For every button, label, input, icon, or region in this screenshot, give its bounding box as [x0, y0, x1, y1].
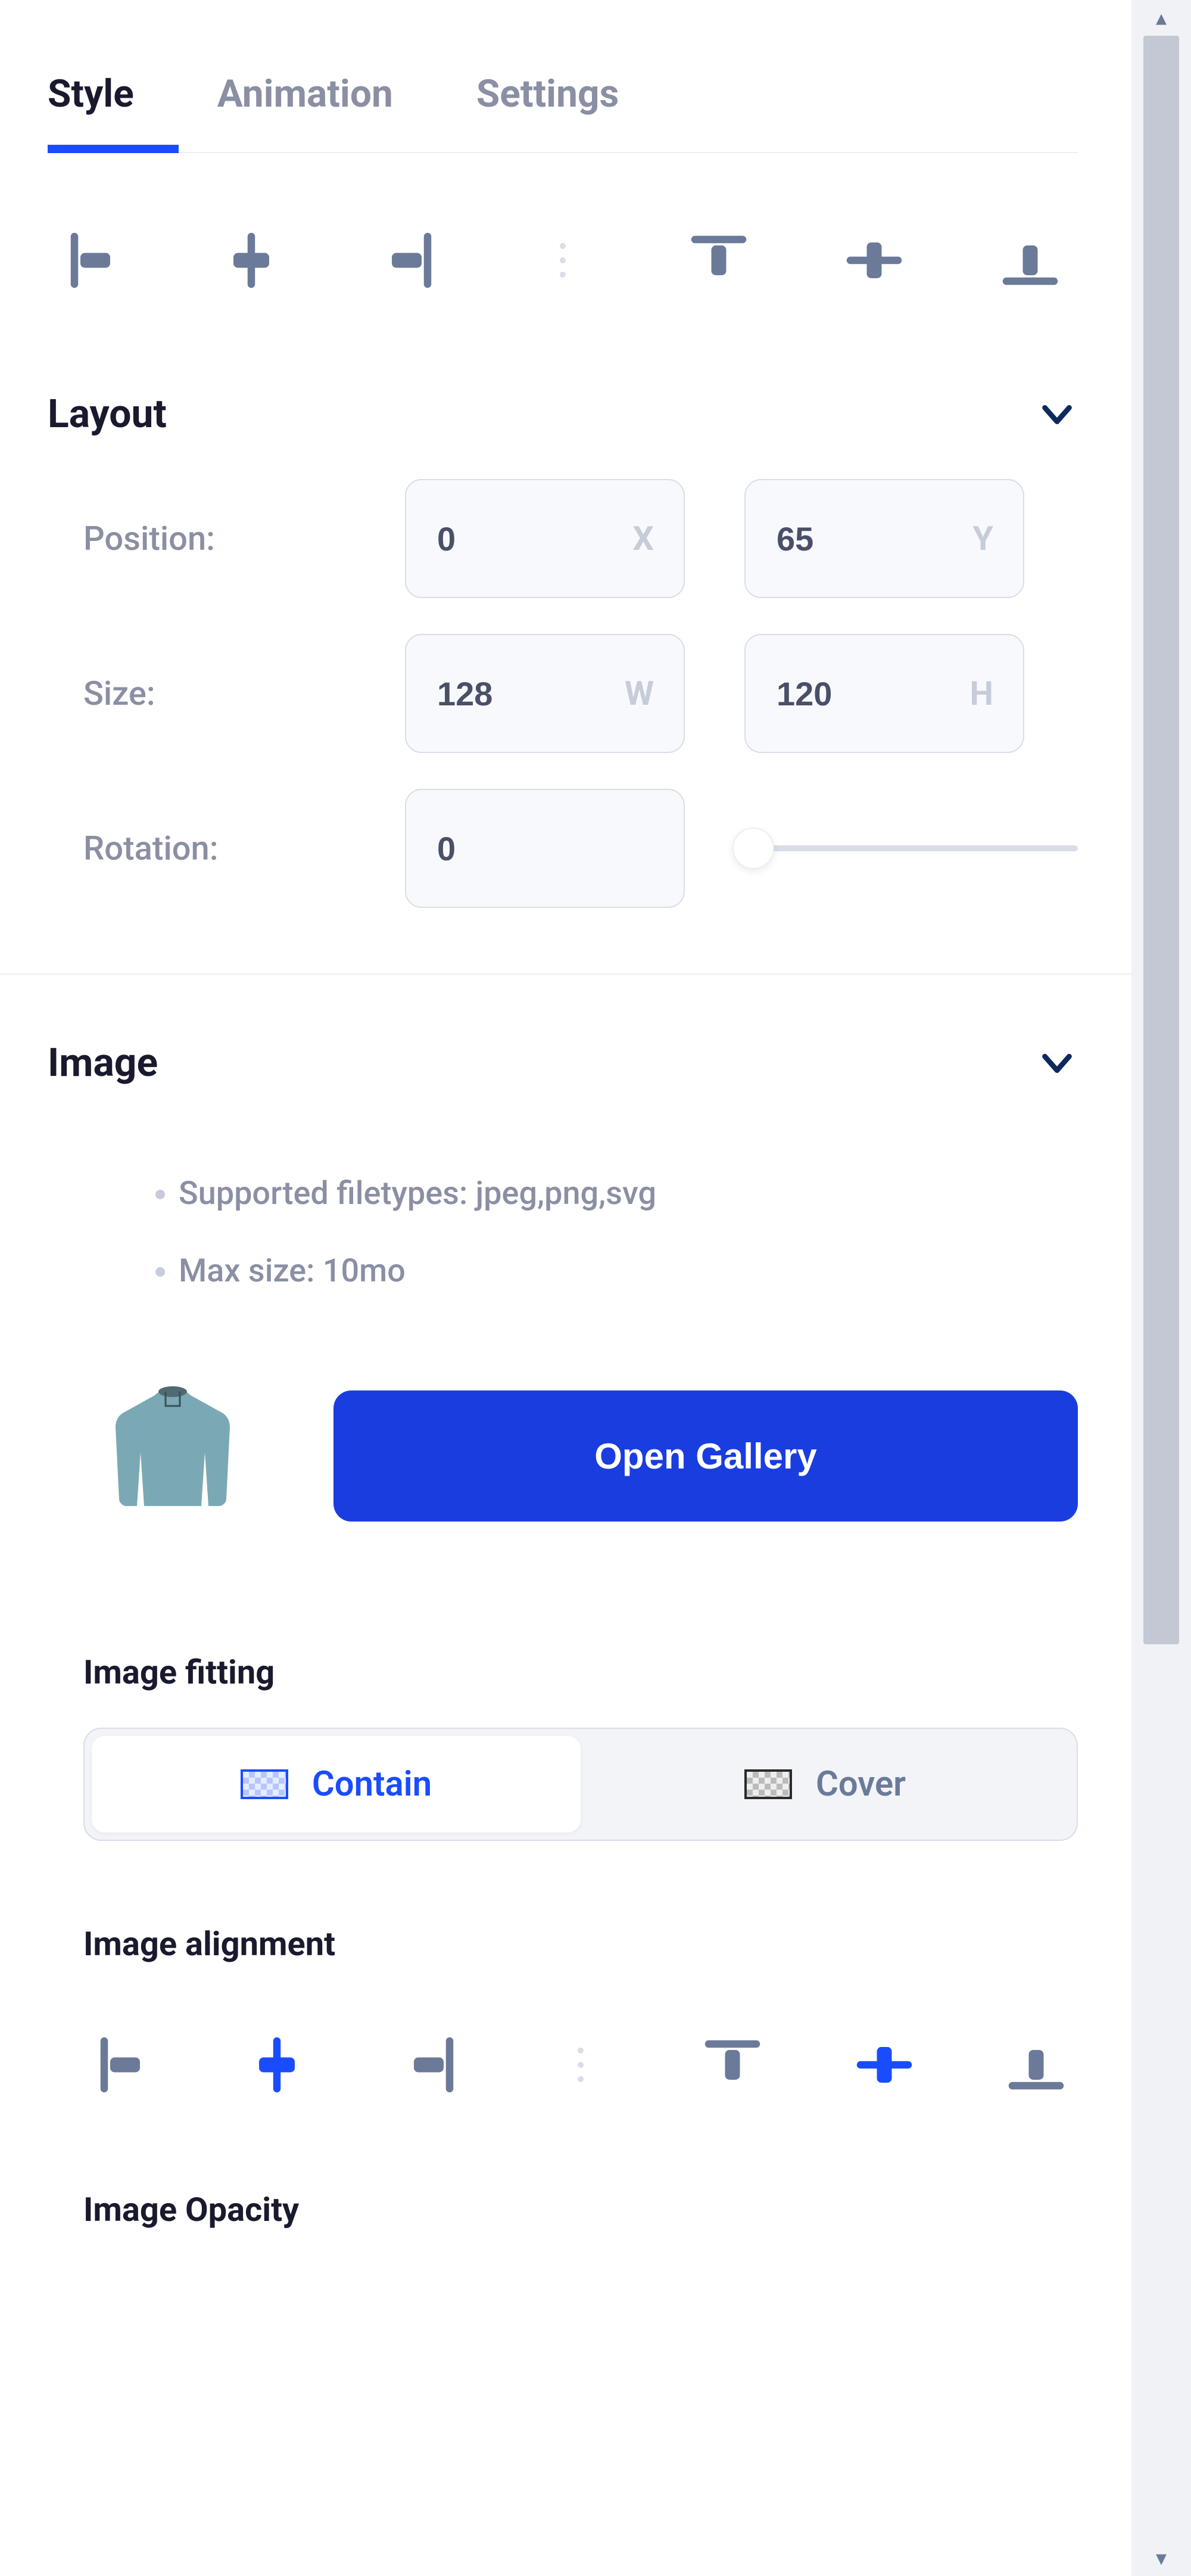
image-opacity-label: Image Opacity — [48, 2107, 1078, 2265]
size-h-field[interactable] — [775, 674, 883, 714]
scroll-thumb[interactable] — [1143, 36, 1179, 1644]
position-y-field[interactable] — [775, 519, 883, 559]
size-label: Size: — [48, 674, 381, 713]
img-align-center-horizontal-icon[interactable] — [235, 2023, 319, 2107]
suffix-y: Y — [972, 519, 993, 558]
img-align-right-icon[interactable] — [387, 2023, 470, 2107]
tab-animation[interactable]: Animation — [217, 71, 393, 152]
image-fitting-label: Image fitting — [48, 1569, 1078, 1728]
vertical-scrollbar[interactable]: ▴ ▾ — [1131, 0, 1191, 2576]
image-alignment-label: Image alignment — [48, 1841, 1078, 1999]
properties-panel: Style Animation Settings Layout — [0, 0, 1131, 2576]
fitting-contain-option[interactable]: Contain — [92, 1736, 581, 1833]
suffix-w: W — [625, 674, 654, 713]
img-align-bottom-icon[interactable] — [994, 2023, 1078, 2107]
image-fitting-segment: Contain Cover — [83, 1728, 1078, 1841]
maxsize-note: Max size: 10mo — [179, 1233, 1078, 1310]
filetypes-note: Supported filetypes: jpeg,png,svg — [179, 1155, 1078, 1233]
align-top-icon[interactable] — [677, 219, 760, 302]
position-y-input[interactable]: Y — [744, 479, 1024, 598]
align-center-vertical-icon[interactable] — [833, 219, 916, 302]
rotation-label: Rotation: — [48, 829, 381, 868]
position-label: Position: — [48, 519, 381, 558]
alignment-separator — [539, 2023, 622, 2107]
tab-style[interactable]: Style — [48, 71, 134, 152]
align-bottom-icon[interactable] — [989, 219, 1072, 302]
align-center-horizontal-icon[interactable] — [210, 219, 293, 302]
image-info-list: Supported filetypes: jpeg,png,svg Max si… — [48, 1119, 1078, 1345]
layout-section-header[interactable]: Layout — [48, 326, 1078, 461]
img-align-center-vertical-icon[interactable] — [843, 2023, 926, 2107]
chevron-down-icon — [1036, 394, 1078, 435]
scroll-down-arrow-icon[interactable]: ▾ — [1131, 2540, 1191, 2576]
position-row: Position: X Y — [48, 461, 1078, 616]
cover-icon — [744, 1769, 792, 1799]
position-x-input[interactable]: X — [405, 479, 685, 598]
rotation-slider[interactable] — [744, 836, 1078, 860]
slider-track — [744, 845, 1078, 851]
size-row: Size: W H — [48, 616, 1078, 771]
rotation-field[interactable] — [436, 829, 543, 869]
tab-settings[interactable]: Settings — [476, 71, 619, 152]
image-title: Image — [48, 1040, 158, 1086]
size-w-field[interactable] — [436, 674, 543, 714]
fitting-contain-label: Contain — [312, 1764, 432, 1805]
image-thumbnail[interactable] — [83, 1367, 262, 1545]
img-align-left-icon[interactable] — [83, 2023, 167, 2107]
align-right-icon[interactable] — [365, 219, 448, 302]
scroll-track[interactable] — [1143, 36, 1179, 2540]
chevron-down-icon — [1036, 1043, 1078, 1084]
open-gallery-button[interactable]: Open Gallery — [333, 1390, 1078, 1522]
size-w-input[interactable]: W — [405, 634, 685, 753]
gallery-row: Open Gallery — [48, 1355, 1078, 1569]
layout-title: Layout — [48, 391, 167, 437]
contain-icon — [241, 1769, 288, 1799]
position-x-field[interactable] — [436, 519, 543, 559]
alignment-separator — [521, 219, 604, 302]
slider-thumb[interactable] — [732, 827, 774, 869]
scroll-up-arrow-icon[interactable]: ▴ — [1131, 0, 1191, 36]
fitting-cover-label: Cover — [816, 1764, 906, 1805]
image-alignment-row — [48, 1999, 1078, 2107]
align-left-icon[interactable] — [54, 219, 137, 302]
image-section-header[interactable]: Image — [48, 975, 1078, 1110]
suffix-x: X — [632, 519, 654, 558]
rotation-input[interactable] — [405, 789, 685, 908]
fitting-cover-option[interactable]: Cover — [581, 1736, 1070, 1833]
rotation-row: Rotation: — [48, 771, 1078, 926]
size-h-input[interactable]: H — [744, 634, 1024, 753]
suffix-h: H — [969, 674, 993, 713]
img-align-top-icon[interactable] — [691, 2023, 774, 2107]
element-alignment-row — [48, 153, 1078, 326]
tabs-bar: Style Animation Settings — [48, 0, 1078, 153]
